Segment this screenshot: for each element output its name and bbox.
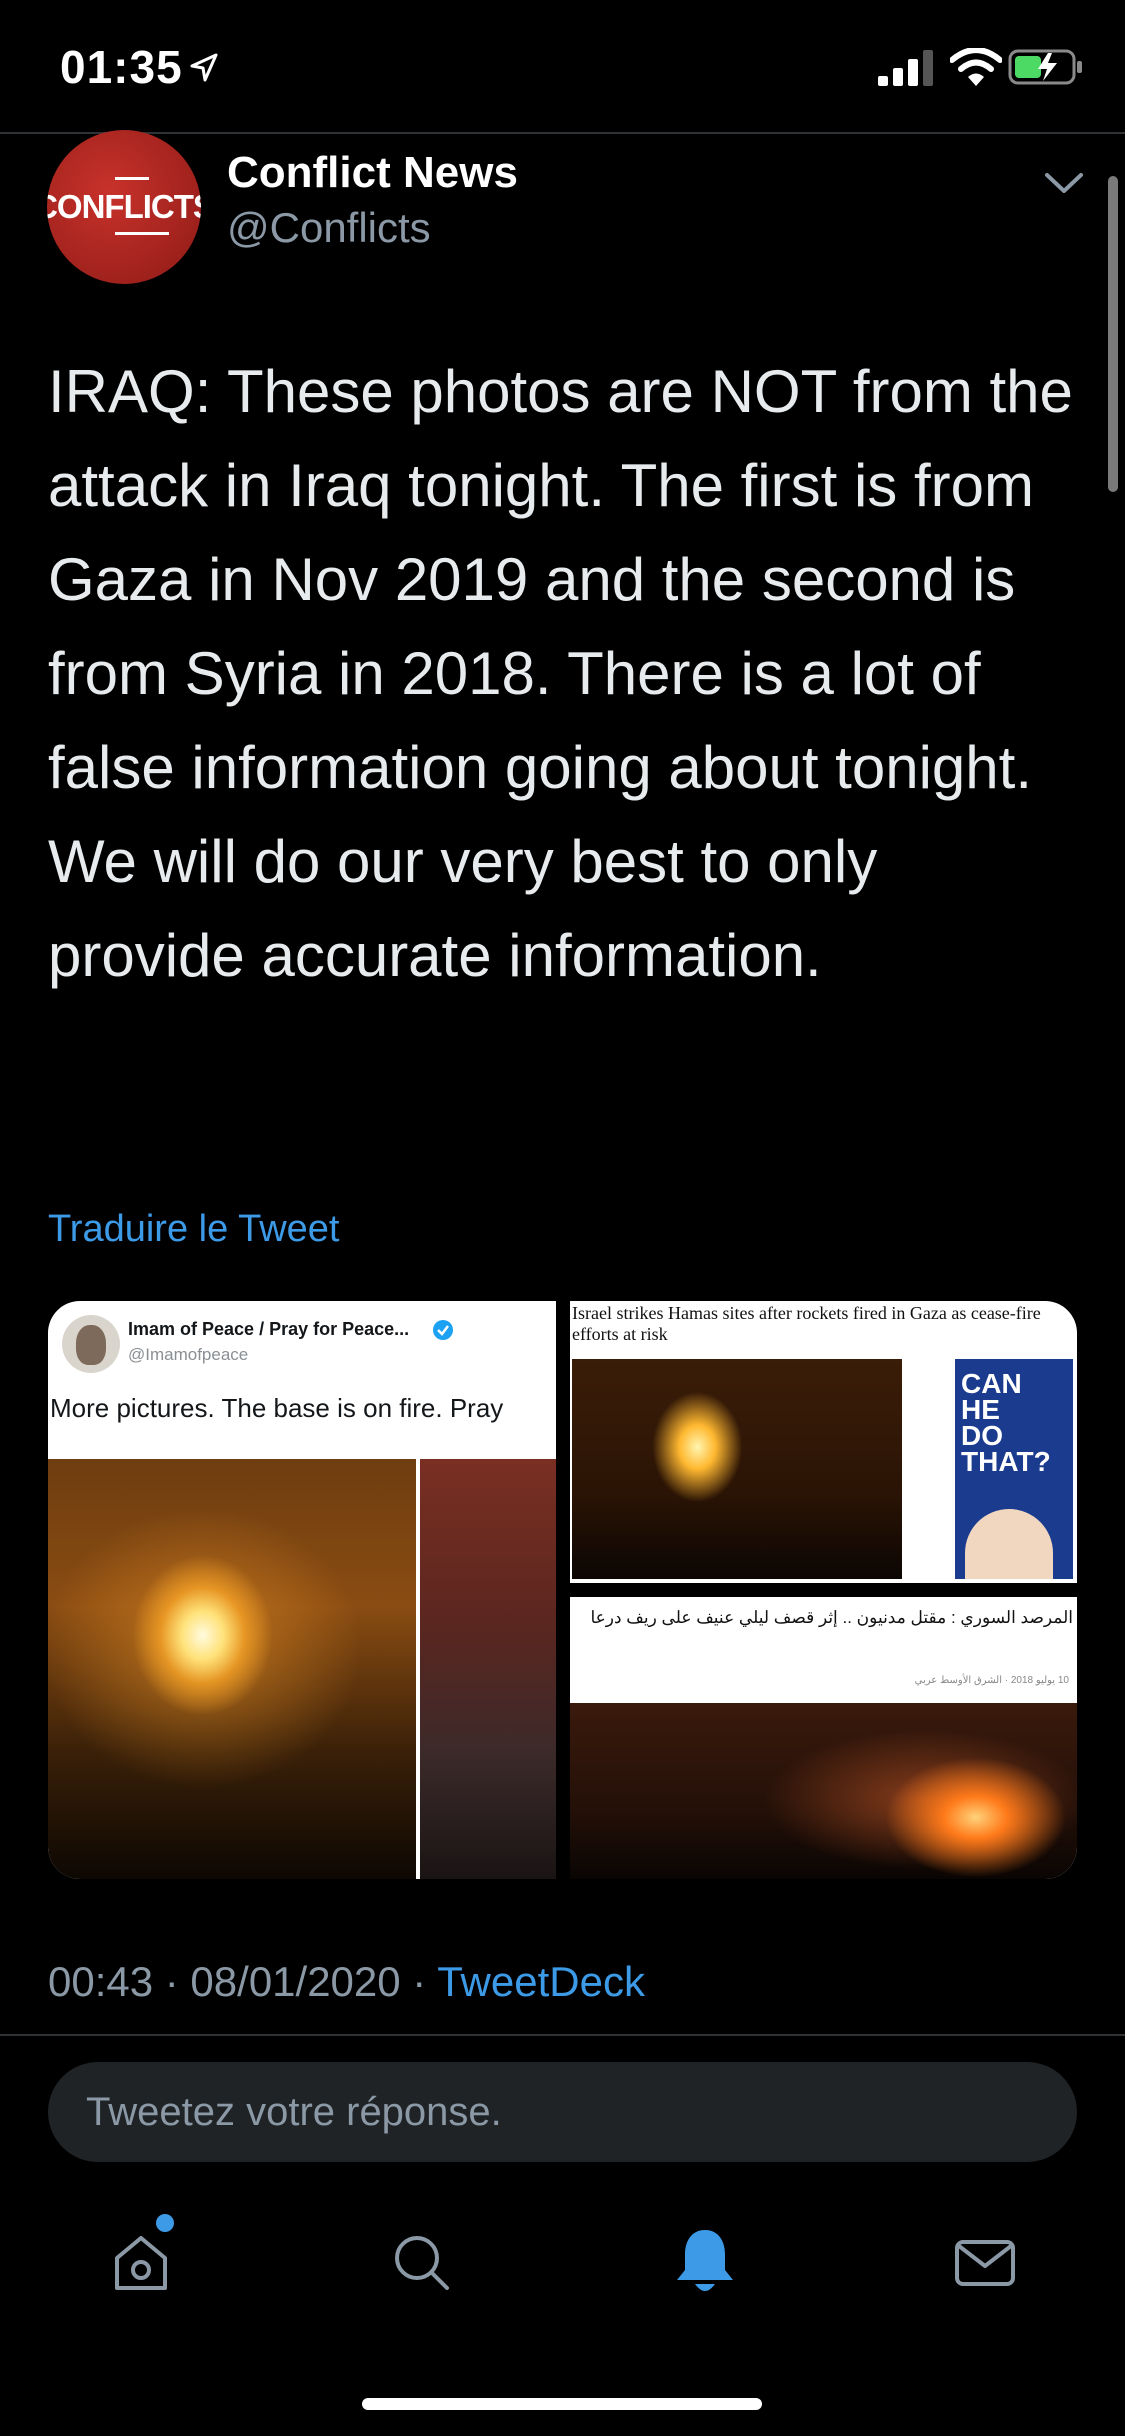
cellular-signal-icon xyxy=(878,50,933,86)
home-indicator[interactable] xyxy=(362,2398,762,2410)
imam-handle: @Imamofpeace xyxy=(128,1345,249,1364)
news-headline: Israel strikes Hamas sites after rockets… xyxy=(572,1303,1041,1344)
tab-messages[interactable] xyxy=(950,2222,1020,2302)
tweet-source-link[interactable]: TweetDeck xyxy=(437,1958,645,2005)
status-bar: 01:35 xyxy=(0,0,1125,132)
search-icon xyxy=(395,2236,449,2290)
tweet-text: IRAQ: These photos are NOT from the atta… xyxy=(48,358,1073,989)
media-image-left[interactable]: Imam of Peace / Pray for Peace... @Imamo… xyxy=(48,1301,556,1879)
author-handle[interactable]: @Conflicts xyxy=(227,204,431,252)
media-image-top-right[interactable]: Israel strikes Hamas sites after rockets… xyxy=(570,1301,1077,1583)
bell-icon xyxy=(677,2230,733,2291)
syria-fire-photo xyxy=(570,1703,1077,1879)
author-avatar[interactable]: CONFLICTS xyxy=(47,130,201,284)
ad-illustration xyxy=(965,1509,1053,1579)
imam-display-name: Imam of Peace / Pray for Peace... xyxy=(128,1319,410,1339)
translate-tweet-link[interactable]: Traduire le Tweet xyxy=(48,1208,339,1251)
status-time: 01:35 xyxy=(60,41,183,93)
tab-search[interactable] xyxy=(386,2222,456,2302)
avatar-line-top xyxy=(115,177,149,180)
bottom-divider xyxy=(0,2034,1125,2036)
tweet-timestamp: 00:43 · 08/01/2020 · xyxy=(48,1958,438,2005)
home-icon xyxy=(115,2236,167,2290)
top-divider xyxy=(0,132,1125,134)
arabic-headline: المرصد السوري : مقتل مدنيون .. إثر قصف ل… xyxy=(590,1608,1073,1627)
gaza-night-photo xyxy=(572,1359,902,1579)
tab-notifications[interactable] xyxy=(670,2222,740,2302)
ad-headline: CAN HE DO THAT? xyxy=(961,1368,1051,1477)
imam-tweet-text: More pictures. The base is on fire. Pray xyxy=(50,1393,504,1423)
wifi-icon xyxy=(950,48,1002,86)
chevron-down-icon[interactable] xyxy=(1043,170,1085,196)
arabic-meta: 10 يوليو 2018 · الشرق الأوسط عربي xyxy=(914,1675,1069,1686)
imam-avatar xyxy=(62,1315,120,1373)
smoke-photo xyxy=(420,1459,556,1879)
explosion-photo xyxy=(48,1459,416,1879)
verified-badge-icon xyxy=(433,1320,453,1340)
home-notification-dot xyxy=(156,2214,174,2232)
avatar-line-bottom xyxy=(115,232,169,235)
location-arrow-icon xyxy=(190,53,218,82)
media-grid: Imam of Peace / Pray for Peace... @Imamo… xyxy=(48,1301,1077,1879)
tab-home[interactable] xyxy=(106,2222,176,2302)
battery-charging-icon xyxy=(1008,49,1082,85)
media-image-bottom-right[interactable]: المرصد السوري : مقتل مدنيون .. إثر قصف ل… xyxy=(570,1597,1077,1879)
author-display-name[interactable]: Conflict News xyxy=(227,148,518,198)
mail-icon xyxy=(955,2240,1015,2286)
tweet-meta: 00:43 · 08/01/2020 · TweetDeck xyxy=(48,1958,645,2006)
reply-input[interactable] xyxy=(48,2062,1077,2162)
scrollbar[interactable] xyxy=(1108,176,1118,492)
podcast-ad: CAN HE DO THAT? xyxy=(955,1359,1073,1579)
avatar-logo-text: CONFLICTS xyxy=(47,188,201,225)
